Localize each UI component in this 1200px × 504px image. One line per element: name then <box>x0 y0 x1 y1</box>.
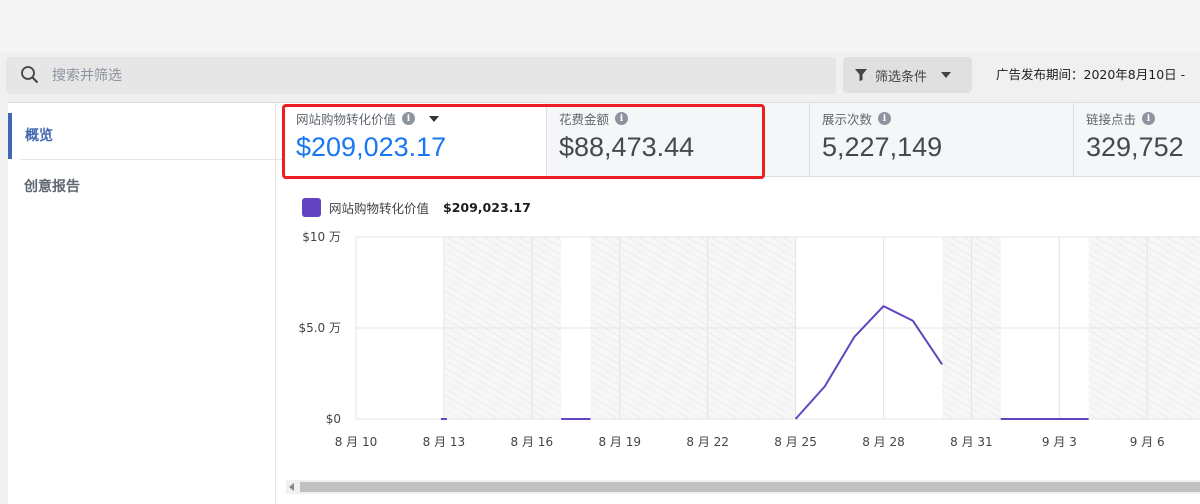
search-bar[interactable] <box>6 57 836 94</box>
metric-tab-link-clicks[interactable]: 链接点击 i 329,752 <box>1074 103 1200 177</box>
chevron-down-icon[interactable] <box>429 115 440 122</box>
metric-label-row: 链接点击 i <box>1086 109 1200 128</box>
chart-area: $0 $5.0 万 $10 万 8 月 10 8 月 13 8 月 16 8 月 19 8 … <box>284 178 1200 494</box>
x-tick-label: 8 月 10 <box>335 435 378 449</box>
filter-label: 筛选条件 <box>875 69 928 85</box>
info-icon[interactable]: i <box>615 112 629 125</box>
sidebar-divider <box>20 159 282 160</box>
metric-label: 网站购物转化价值 <box>296 112 397 127</box>
metric-label-row: 网站购物转化价值 i <box>296 109 546 128</box>
date-range-label[interactable]: 广告发布期间：2020年8月10日 - <box>996 57 1200 93</box>
metric-label: 链接点击 <box>1086 112 1137 127</box>
metric-value: 5,227,149 <box>822 132 943 162</box>
info-icon[interactable]: i <box>402 112 416 125</box>
metric-value: $88,473.44 <box>559 132 695 162</box>
legend-value: $209,023.17 <box>443 200 531 215</box>
sidebar-item-creative-report[interactable]: 创意报告 <box>8 165 274 209</box>
metric-tab-spend[interactable]: 花费金额 i $88,473.44 <box>547 103 810 177</box>
funnel-icon <box>855 69 867 81</box>
metric-tabs: 网站购物转化价值 i $209,023.17 花费金额 i $88,473.44… <box>284 103 1200 177</box>
metric-tab-impressions[interactable]: 展示次数 i 5,227,149 <box>810 103 1074 177</box>
y-tick-label: $0 <box>326 412 341 426</box>
chevron-down-icon <box>941 72 952 78</box>
sidebar: 概览 创意报告 <box>8 103 282 504</box>
top-bar <box>0 0 1200 52</box>
metric-label: 展示次数 <box>822 112 873 127</box>
filter-button[interactable]: 筛选条件 <box>843 57 972 93</box>
x-tick-label: 8 月 25 <box>774 435 817 449</box>
scroll-left-arrow-icon[interactable] <box>289 483 294 491</box>
legend-swatch[interactable] <box>302 198 321 217</box>
x-tick-label: 8 月 16 <box>511 435 554 449</box>
x-tick-label: 8 月 22 <box>686 435 729 449</box>
y-tick-label: $5.0 万 <box>298 321 341 335</box>
metric-label-row: 花费金额 i <box>559 109 809 128</box>
search-input[interactable] <box>52 57 822 94</box>
metric-tab-conversion-value[interactable]: 网站购物转化价值 i $209,023.17 <box>284 103 547 177</box>
legend-label: 网站购物转化价值 <box>329 201 430 216</box>
x-tick-label: 9 月 6 <box>1130 435 1165 449</box>
metric-value: $209,023.17 <box>296 132 447 162</box>
info-icon[interactable]: i <box>878 112 892 125</box>
x-tick-label: 8 月 19 <box>598 435 641 449</box>
metric-label: 花费金额 <box>559 112 610 127</box>
metric-value: 329,752 <box>1086 132 1184 162</box>
sidebar-item-overview[interactable]: 概览 <box>8 113 274 159</box>
scroll-thumb[interactable] <box>300 482 1200 492</box>
metric-label-row: 展示次数 i <box>822 109 1073 128</box>
x-tick-label: 8 月 28 <box>862 435 905 449</box>
info-icon[interactable]: i <box>1142 112 1156 125</box>
y-tick-label: $10 万 <box>302 230 341 244</box>
chart-legend: 网站购物转化价值 $209,023.17 <box>302 198 531 217</box>
series-line[interactable] <box>794 305 943 420</box>
x-tick-label: 8 月 31 <box>950 435 993 449</box>
horizontal-scrollbar[interactable] <box>286 480 1200 494</box>
x-tick-label: 9 月 3 <box>1042 435 1077 449</box>
search-icon <box>21 66 39 84</box>
line-chart: $0 $5.0 万 $10 万 8 月 10 8 月 13 8 月 16 8 月 19 8 … <box>298 230 1200 449</box>
x-tick-label: 8 月 13 <box>423 435 466 449</box>
